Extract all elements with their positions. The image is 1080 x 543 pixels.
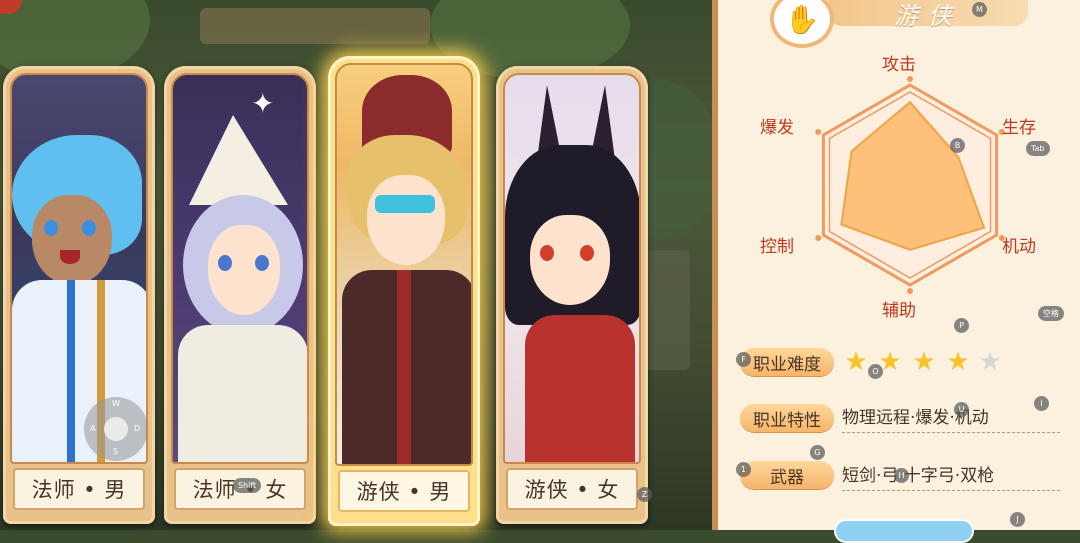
character-name-plate: 游侠 • 男 bbox=[338, 470, 470, 512]
character-card-mage-female[interactable]: ✦ 法师 • 女 bbox=[164, 66, 316, 524]
character-portrait: ✦ bbox=[171, 73, 309, 464]
radar-vertex-dot bbox=[907, 288, 913, 294]
class-info-panel: 游侠 ✋ M 攻击 生存 机动 辅助 控制 爆发 B Tab P 空格 职业难度… bbox=[712, 0, 1080, 543]
joystick-w-hint: W bbox=[112, 399, 120, 408]
star-filled-icon: ★ bbox=[946, 347, 970, 377]
p-key-hint: P bbox=[954, 318, 969, 333]
radar-chart bbox=[815, 76, 1005, 294]
character-card-ranger-male[interactable]: 游侠 • 男 bbox=[328, 56, 480, 526]
m-key-hint: M bbox=[972, 2, 987, 17]
traits-value: 物理远程·爆发·机动 bbox=[842, 404, 1060, 433]
character-portrait bbox=[335, 63, 473, 466]
radar-vertex-dot bbox=[815, 235, 822, 241]
character-card-ranger-female[interactable]: 游侠 • 女 bbox=[496, 66, 648, 524]
hand-icon: ✋ bbox=[770, 0, 834, 48]
one-key-hint: 1 bbox=[736, 462, 751, 477]
character-name-plate: 法师 • 男 bbox=[13, 468, 145, 510]
radar-vertex-dot bbox=[907, 76, 913, 82]
stat-label-mobility: 机动 bbox=[1002, 237, 1036, 257]
stat-label-support: 辅助 bbox=[882, 301, 916, 321]
joystick-s-hint: S bbox=[113, 447, 119, 456]
shift-key-hint: Shift bbox=[233, 478, 262, 493]
star-filled-icon: ★ bbox=[912, 347, 936, 377]
h-key-hint: H bbox=[894, 468, 909, 483]
stat-label-attack: 攻击 bbox=[882, 55, 916, 75]
difficulty-tag: 职业难度 bbox=[740, 348, 834, 376]
virtual-joystick[interactable]: W A D S bbox=[84, 397, 148, 461]
g-key-hint: G bbox=[810, 445, 825, 460]
joystick-a-hint: A bbox=[90, 424, 96, 433]
stat-label-control: 控制 bbox=[760, 237, 794, 257]
character-portrait bbox=[503, 73, 641, 464]
stat-label-survival: 生存 bbox=[1002, 118, 1036, 138]
star-filled-icon: ★ bbox=[844, 347, 868, 377]
radar-vertex-dot bbox=[815, 129, 822, 135]
o-key-hint: O bbox=[868, 364, 883, 379]
u-key-hint: U bbox=[954, 402, 969, 417]
tab-key-hint: Tab bbox=[1026, 141, 1050, 156]
z-key-hint: Z bbox=[637, 487, 652, 502]
j-key-hint: J bbox=[1010, 512, 1025, 527]
f-key-hint: F bbox=[736, 352, 751, 367]
i-key-hint: I bbox=[1034, 396, 1049, 411]
joystick-d-hint: D bbox=[134, 424, 141, 433]
b-key-hint: B bbox=[950, 138, 965, 153]
weapon-tag: 武器 bbox=[740, 461, 834, 489]
traits-tag: 职业特性 bbox=[740, 404, 834, 432]
space-key-hint: 空格 bbox=[1038, 306, 1064, 321]
class-title: 游侠 bbox=[828, 0, 1028, 30]
confirm-button[interactable] bbox=[834, 519, 974, 543]
star-empty-icon: ★ bbox=[978, 347, 1002, 377]
joystick-knob[interactable] bbox=[104, 417, 128, 441]
character-name-plate: 游侠 • 女 bbox=[506, 468, 638, 510]
weapon-value: 短剑·弓·十字弓·双枪 bbox=[842, 462, 1060, 491]
stat-label-burst: 爆发 bbox=[760, 118, 794, 138]
